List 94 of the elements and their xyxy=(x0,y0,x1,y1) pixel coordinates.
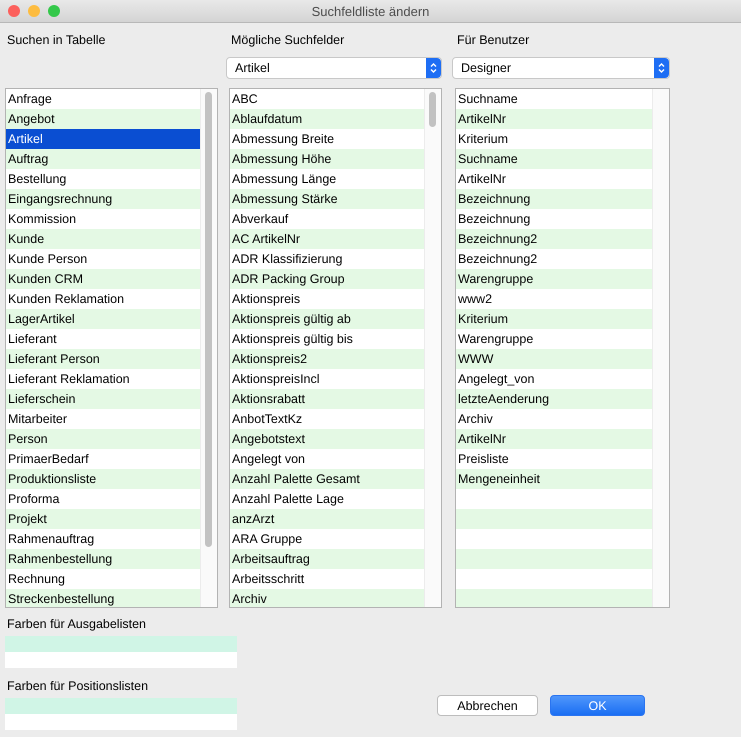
list-item[interactable]: Lieferschein xyxy=(6,389,200,409)
scrollbar[interactable] xyxy=(652,89,669,607)
list-item[interactable]: Bezeichnung xyxy=(456,189,652,209)
window-title: Suchfeldliste ändern xyxy=(312,4,430,18)
scrollbar[interactable] xyxy=(200,89,217,607)
list-item[interactable]: Angelegt_von xyxy=(456,369,652,389)
minimize-button[interactable] xyxy=(28,5,40,17)
list-item[interactable]: Abmessung Stärke xyxy=(230,189,424,209)
list-item[interactable]: Abverkauf xyxy=(230,209,424,229)
list-item[interactable]: ADR Packing Group xyxy=(230,269,424,289)
list-item[interactable]: Bezeichnung2 xyxy=(456,229,652,249)
list-item[interactable]: Suchname xyxy=(456,89,652,109)
list-item[interactable]: PrimaerBedarf xyxy=(6,449,200,469)
list-item[interactable]: Kunde Person xyxy=(6,249,200,269)
list-item[interactable]: Aktionspreis gültig ab xyxy=(230,309,424,329)
color-swatch[interactable] xyxy=(5,636,237,652)
list-item[interactable]: Aktionspreis gültig bis xyxy=(230,329,424,349)
list-item[interactable]: Anzahl Palette Gesamt xyxy=(230,469,424,489)
list-item[interactable]: Aktionspreis2 xyxy=(230,349,424,369)
color-swatch[interactable] xyxy=(5,698,237,714)
list-item[interactable]: Lieferant Reklamation xyxy=(6,369,200,389)
scrollbar[interactable] xyxy=(424,89,441,607)
list-item[interactable]: Rahmenauftrag xyxy=(6,529,200,549)
list-item[interactable]: Lieferant xyxy=(6,329,200,349)
color-swatch[interactable] xyxy=(5,714,237,730)
column-label: Suchen in Tabelle xyxy=(6,33,106,49)
list-item[interactable]: Bestellung xyxy=(6,169,200,189)
list-item[interactable]: Abmessung Breite xyxy=(230,129,424,149)
color-label: Farben für Positionslisten xyxy=(6,679,150,693)
list-item[interactable]: LagerArtikel xyxy=(6,309,200,329)
list-item[interactable]: Warengruppe xyxy=(456,329,652,349)
stepper-icon xyxy=(658,62,665,74)
ok-button[interactable]: OK xyxy=(550,695,645,716)
list-item[interactable]: Mitarbeiter xyxy=(6,409,200,429)
list-item[interactable]: Arbeitsschritt xyxy=(230,569,424,589)
list-item[interactable]: ArtikelNr xyxy=(456,429,652,449)
list-item[interactable]: Angebotstext xyxy=(230,429,424,449)
list-item[interactable]: letzteAenderung xyxy=(456,389,652,409)
list-item[interactable]: ADR Klassifizierung xyxy=(230,249,424,269)
list-item[interactable]: Archiv xyxy=(230,589,424,607)
list-item[interactable]: ArtikelNr xyxy=(456,109,652,129)
list-item[interactable]: Kunden Reklamation xyxy=(6,289,200,309)
list-item[interactable]: AnbotTextKz xyxy=(230,409,424,429)
list-item[interactable]: Rechnung xyxy=(6,569,200,589)
list-item[interactable]: ABC xyxy=(230,89,424,109)
list-item[interactable]: Kriterium xyxy=(456,309,652,329)
list-item[interactable]: Streckenbestellung xyxy=(6,589,200,607)
color-label: Farben für Ausgabelisten xyxy=(6,617,147,631)
list-item[interactable]: AC ArtikelNr xyxy=(230,229,424,249)
list-item[interactable]: ArtikelNr xyxy=(456,169,652,189)
list-item[interactable]: Eingangsrechnung xyxy=(6,189,200,209)
zoom-button[interactable] xyxy=(48,5,60,17)
list-item[interactable]: Projekt xyxy=(6,509,200,529)
list-item[interactable]: Produktionsliste xyxy=(6,469,200,489)
list-item[interactable]: Angebot xyxy=(6,109,200,129)
list-item[interactable]: Kommission xyxy=(6,209,200,229)
list-item[interactable]: AktionspreisIncl xyxy=(230,369,424,389)
list-item[interactable]: Auftrag xyxy=(6,149,200,169)
list-item[interactable]: Person xyxy=(6,429,200,449)
list-item[interactable]: Angelegt von xyxy=(230,449,424,469)
list-item[interactable]: anzArzt xyxy=(230,509,424,529)
list-item[interactable]: Bezeichnung2 xyxy=(456,249,652,269)
column-label: Mögliche Suchfelder xyxy=(230,33,346,49)
list-item[interactable]: Warengruppe xyxy=(456,269,652,289)
list-item[interactable]: Kunden CRM xyxy=(6,269,200,289)
stepper-icon xyxy=(430,62,437,74)
list-item[interactable]: Lieferant Person xyxy=(6,349,200,369)
cancel-button[interactable]: Abbrechen xyxy=(437,695,538,716)
list-item[interactable]: Kunde xyxy=(6,229,200,249)
list-item[interactable]: Arbeitsauftrag xyxy=(230,549,424,569)
list-item[interactable]: Proforma xyxy=(6,489,200,509)
list-item[interactable]: Artikel xyxy=(6,129,200,149)
list-item[interactable]: Ablaufdatum xyxy=(230,109,424,129)
column-label: Für Benutzer xyxy=(456,33,530,49)
list-item[interactable]: WWW xyxy=(456,349,652,369)
list-item[interactable]: Rahmenbestellung xyxy=(6,549,200,569)
list-item[interactable]: Anfrage xyxy=(6,89,200,109)
list-item[interactable]: Archiv xyxy=(456,409,652,429)
list-item[interactable]: Abmessung Höhe xyxy=(230,149,424,169)
dropdown[interactable]: Artikel xyxy=(226,57,442,79)
list-item[interactable]: Abmessung Länge xyxy=(230,169,424,189)
list-item[interactable]: Kriterium xyxy=(456,129,652,149)
list-item[interactable]: Mengeneinheit xyxy=(456,469,652,489)
list-item[interactable]: Preisliste xyxy=(456,449,652,469)
dropdown[interactable]: Designer xyxy=(452,57,670,79)
list-item[interactable]: ARA Gruppe xyxy=(230,529,424,549)
list-item[interactable]: Bezeichnung xyxy=(456,209,652,229)
list-item[interactable]: Aktionspreis xyxy=(230,289,424,309)
list-item[interactable]: www2 xyxy=(456,289,652,309)
list-item[interactable]: Anzahl Palette Lage xyxy=(230,489,424,509)
close-button[interactable] xyxy=(8,5,20,17)
list-item[interactable]: Suchname xyxy=(456,149,652,169)
color-swatch[interactable] xyxy=(5,652,237,668)
list-item[interactable]: Aktionsrabatt xyxy=(230,389,424,409)
